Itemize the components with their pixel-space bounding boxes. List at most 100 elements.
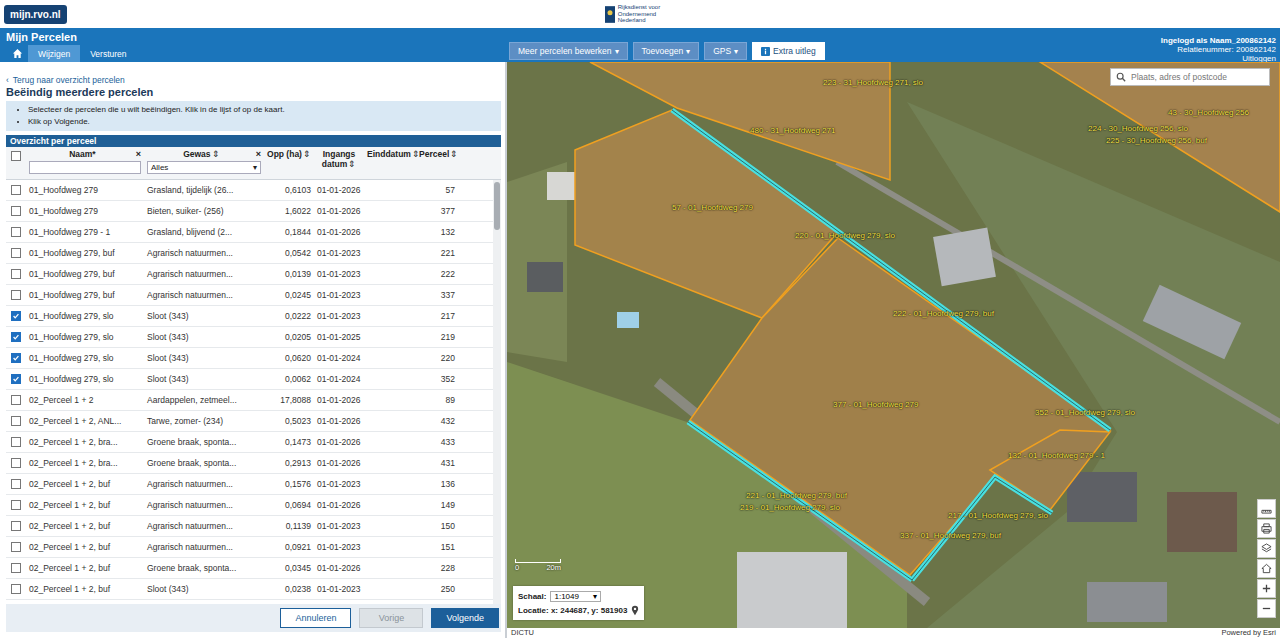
- app-title: Mijn Percelen: [0, 28, 505, 45]
- site-badge[interactable]: mijn.rvo.nl: [4, 5, 67, 24]
- parcel-label[interactable]: 217 - 01_Hoofdweg 279, slo: [948, 511, 1048, 520]
- row-checkbox[interactable]: [11, 458, 21, 468]
- toolbar-button[interactable]: Meer percelen bewerken▾: [509, 42, 628, 60]
- row-checkbox[interactable]: [11, 584, 21, 594]
- table-row[interactable]: 02_Perceel 1 + 2, bufAgrarisch natuurmen…: [6, 474, 493, 495]
- parcel-label[interactable]: 223 - 31_Hoofdweg 271, slo: [823, 78, 923, 87]
- clear-filter-button[interactable]: ×: [136, 149, 141, 159]
- map-tool-button[interactable]: [1257, 559, 1276, 578]
- parcel-label[interactable]: 43 - 30_Hoofdweg 256: [1168, 108, 1249, 117]
- parcel-label[interactable]: 219 - 01_Hoofdweg 279, slo: [740, 503, 840, 512]
- back-link[interactable]: ‹Terug naar overzicht percelen: [6, 74, 501, 86]
- table-row[interactable]: 02_Perceel 1 + 2, bufAgrarisch natuurmen…: [6, 516, 493, 537]
- map-tool-button[interactable]: [1257, 579, 1276, 598]
- tab[interactable]: Versturen: [80, 45, 136, 62]
- table-row[interactable]: 02_Perceel 1 + 2, bufAgrarisch natuurmen…: [6, 537, 493, 558]
- check-icon: [12, 312, 20, 320]
- row-checkbox[interactable]: [11, 332, 21, 342]
- table-row[interactable]: 01_Hoofdweg 279, sloSloot (343)0,006201-…: [6, 369, 493, 390]
- column-header[interactable]: Gewas⇕×Alles▾: [144, 147, 264, 179]
- table-row[interactable]: 01_Hoofdweg 279, bufAgrarisch natuurmen.…: [6, 243, 493, 264]
- toolbar-button[interactable]: GPS▾: [704, 42, 747, 60]
- table-row[interactable]: 01_Hoofdweg 279, sloSloot (343)0,022201-…: [6, 306, 493, 327]
- map-tool-button[interactable]: [1257, 539, 1276, 558]
- table-row[interactable]: 02_Perceel 1 + 2, bufSloot (343)0,023801…: [6, 579, 493, 600]
- table-row[interactable]: 01_Hoofdweg 279Bieten, suiker- (256)1,60…: [6, 201, 493, 222]
- name-filter-input[interactable]: [29, 161, 141, 174]
- column-header[interactable]: Ingangs datum⇕: [314, 147, 364, 179]
- table-row[interactable]: 01_Hoofdweg 279, sloSloot (343)0,062001-…: [6, 348, 493, 369]
- map-tool-button[interactable]: [1257, 499, 1276, 518]
- map-search[interactable]: Plaats, adres of postcode: [1110, 68, 1270, 86]
- check-icon: [12, 354, 20, 362]
- row-checkbox[interactable]: [11, 416, 21, 426]
- row-checkbox[interactable]: [11, 185, 21, 195]
- table-row[interactable]: 02_Perceel 1 + 2, bra...Groene braak, sp…: [6, 432, 493, 453]
- page: mijn.rvo.nl Rijksdienst voor Ondernemend …: [0, 0, 1280, 638]
- table-row[interactable]: 01_Hoofdweg 279, bufAgrarisch natuurmen.…: [6, 285, 493, 306]
- row-checkbox[interactable]: [11, 395, 21, 405]
- parcel-label[interactable]: 222 - 01_Hoofdweg 279, buf: [893, 309, 994, 318]
- parcel-label[interactable]: 221 - 01_Hoofdweg 279, buf: [746, 491, 847, 500]
- row-checkbox[interactable]: [11, 500, 21, 510]
- table-row[interactable]: 02_Perceel 1 + 2, bra...Groene braak, sp…: [6, 453, 493, 474]
- parcel-label[interactable]: 352 - 01_Hoofdweg 279, slo: [1035, 408, 1135, 417]
- check-icon: [12, 333, 20, 341]
- toolbar-button[interactable]: Toevoegen▾: [633, 42, 700, 60]
- select-all-checkbox[interactable]: [11, 151, 21, 161]
- footer-button[interactable]: Annuleren: [280, 608, 351, 628]
- parcel-label[interactable]: 480 - 31_Hoofdweg 271: [750, 126, 835, 135]
- row-checkbox[interactable]: [11, 311, 21, 321]
- table-row[interactable]: 02_Perceel 1 + 2, bufGroene braak, spont…: [6, 558, 493, 579]
- crop-filter-select[interactable]: Alles▾: [147, 161, 261, 174]
- toolbar-button[interactable]: Extra uitleg: [752, 42, 825, 60]
- table-row[interactable]: 02_Perceel 1 + 2Aardappelen, zetmeel...1…: [6, 390, 493, 411]
- user-info: Ingelogd als Naam_200862142Relatienummer…: [1161, 28, 1280, 62]
- row-checkbox[interactable]: [11, 479, 21, 489]
- location-readout: Locatie: x: 244687, y: 581903: [518, 606, 627, 615]
- row-checkbox[interactable]: [11, 290, 21, 300]
- row-checkbox[interactable]: [11, 269, 21, 279]
- tab[interactable]: Wijzigen: [28, 45, 80, 62]
- table-row[interactable]: 01_Hoofdweg 279, bufAgrarisch natuurmen.…: [6, 264, 493, 285]
- parcel-label[interactable]: 57 - 01_Hoofdweg 279: [672, 203, 753, 212]
- button-bar: AnnulerenVorigeVolgende: [6, 604, 501, 632]
- parcel-label[interactable]: 225 - 30_Hoofdweg 256, buf: [1106, 136, 1207, 145]
- table-row[interactable]: 01_Hoofdweg 279Grasland, tijdelijk (26..…: [6, 180, 493, 201]
- row-checkbox[interactable]: [11, 542, 21, 552]
- search-icon: [1116, 72, 1126, 82]
- row-checkbox[interactable]: [11, 353, 21, 363]
- parcel-label[interactable]: 132 - 01_Hoofdweg 279 - 1: [1008, 451, 1105, 460]
- row-checkbox[interactable]: [11, 227, 21, 237]
- org-name: Rijksdienst voor Ondernemend Nederland: [618, 4, 678, 24]
- table-row[interactable]: 01_Hoofdweg 279 - 1Grasland, blijvend (2…: [6, 222, 493, 243]
- pin-icon[interactable]: [631, 605, 639, 616]
- footer-button[interactable]: Volgende: [431, 608, 499, 628]
- clear-filter-button[interactable]: ×: [256, 149, 261, 159]
- row-checkbox[interactable]: [11, 563, 21, 573]
- map-tool-button[interactable]: [1257, 599, 1276, 618]
- column-header[interactable]: Opp (ha)⇕: [264, 147, 314, 179]
- row-checkbox[interactable]: [11, 521, 21, 531]
- table-row[interactable]: 01_Hoofdweg 279, sloSloot (343)0,020501-…: [6, 327, 493, 348]
- table-row[interactable]: 02_Perceel 1 + 2, ANL...Tarwe, zomer- (2…: [6, 411, 493, 432]
- row-checkbox[interactable]: [11, 374, 21, 384]
- home-tab[interactable]: [6, 45, 28, 62]
- table-row[interactable]: 02_Perceel 1 + 2, bufAgrarisch natuurmen…: [6, 495, 493, 516]
- minus-icon: [1261, 603, 1272, 614]
- row-checkbox[interactable]: [11, 248, 21, 258]
- row-checkbox[interactable]: [11, 206, 21, 216]
- column-header[interactable]: Perceel⇕: [416, 147, 458, 179]
- map[interactable]: 223 - 31_Hoofdweg 271, slo 480 - 31_Hoofd…: [507, 62, 1280, 638]
- info-box: Selecteer de percelen die u wilt beëindi…: [6, 101, 501, 131]
- scrollbar[interactable]: [493, 180, 501, 604]
- parcel-label[interactable]: 220 - 01_Hoofdweg 279, slo: [795, 231, 895, 240]
- column-header[interactable]: Einddatum⇕: [364, 147, 416, 179]
- parcel-label[interactable]: 377 - 01_Hoofdweg 279: [833, 400, 918, 409]
- map-tool-button[interactable]: [1257, 519, 1276, 538]
- scale-select[interactable]: 1:1049▾: [550, 591, 600, 602]
- row-checkbox[interactable]: [11, 437, 21, 447]
- parcel-label[interactable]: 337 - 01_Hoofdweg 279, buf: [900, 531, 1001, 540]
- column-header[interactable]: Naam*×: [26, 147, 144, 179]
- parcel-label[interactable]: 224 - 30_Hoofdweg 256, slo: [1088, 124, 1188, 133]
